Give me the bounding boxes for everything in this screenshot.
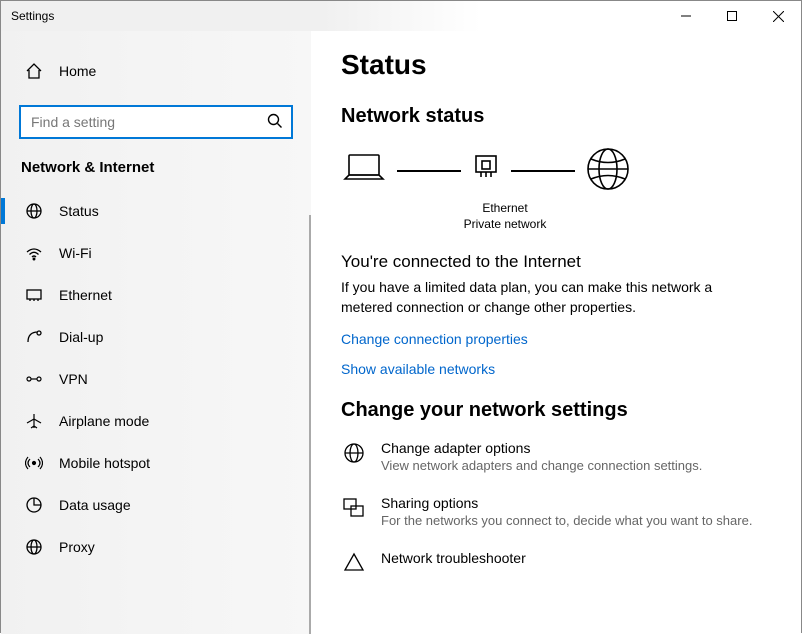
sidebar-item-label: Status	[59, 203, 99, 219]
titlebar: Settings	[1, 1, 801, 31]
sidebar-item-proxy[interactable]: Proxy	[1, 526, 311, 568]
option-change-adapter[interactable]: Change adapter options View network adap…	[341, 440, 771, 473]
main-content: Status Network status Ethernet Private n…	[311, 31, 801, 634]
adapter-options-icon	[341, 440, 367, 464]
airplane-icon	[23, 412, 45, 430]
option-title: Sharing options	[381, 495, 752, 511]
data-usage-icon	[23, 496, 45, 514]
network-diagram	[341, 146, 771, 195]
troubleshooter-icon	[341, 550, 367, 572]
vpn-icon	[23, 370, 45, 388]
option-title: Network troubleshooter	[381, 550, 526, 566]
connected-heading: You're connected to the Internet	[341, 252, 771, 272]
sidebar-item-hotspot[interactable]: Mobile hotspot	[1, 442, 311, 484]
ethernet-icon	[23, 286, 45, 304]
connected-description: If you have a limited data plan, you can…	[341, 278, 751, 317]
laptop-icon	[341, 151, 387, 190]
category-title: Network & Internet	[1, 159, 311, 176]
sidebar-item-status[interactable]: Status	[1, 190, 311, 232]
option-subtitle: For the networks you connect to, decide …	[381, 513, 752, 528]
sidebar-item-label: Mobile hotspot	[59, 455, 150, 471]
search-icon	[267, 113, 283, 132]
globe-icon	[585, 146, 631, 195]
sidebar-item-wifi[interactable]: Wi-Fi	[1, 232, 311, 274]
sidebar-item-dialup[interactable]: Dial-up	[1, 316, 311, 358]
change-connection-properties-link[interactable]: Change connection properties	[341, 331, 771, 347]
sidebar-item-airplane[interactable]: Airplane mode	[1, 400, 311, 442]
sharing-options-icon	[341, 495, 367, 519]
option-title: Change adapter options	[381, 440, 702, 456]
ethernet-adapter-icon	[471, 153, 501, 188]
sidebar-item-label: Dial-up	[59, 329, 103, 345]
close-button[interactable]	[755, 1, 801, 31]
network-status-heading: Network status	[341, 105, 771, 128]
show-available-networks-link[interactable]: Show available networks	[341, 361, 771, 377]
sidebar-item-vpn[interactable]: VPN	[1, 358, 311, 400]
sidebar-item-label: Proxy	[59, 539, 95, 555]
home-label: Home	[59, 63, 96, 79]
line-icon	[511, 170, 575, 172]
sidebar-item-datausage[interactable]: Data usage	[1, 484, 311, 526]
option-subtitle: View network adapters and change connect…	[381, 458, 702, 473]
hotspot-icon	[23, 454, 45, 472]
connection-name: Ethernet	[455, 201, 555, 217]
sidebar-item-label: Ethernet	[59, 287, 112, 303]
sidebar-item-ethernet[interactable]: Ethernet	[1, 274, 311, 316]
dialup-icon	[23, 328, 45, 346]
status-icon	[23, 202, 45, 220]
sidebar-item-label: Data usage	[59, 497, 131, 513]
minimize-button[interactable]	[663, 1, 709, 31]
sidebar: Home Network & Internet Status Wi-Fi	[1, 31, 311, 634]
option-sharing[interactable]: Sharing options For the networks you con…	[341, 495, 771, 528]
network-type: Private network	[455, 217, 555, 233]
change-settings-heading: Change your network settings	[341, 399, 771, 422]
diagram-caption: Ethernet Private network	[455, 201, 555, 232]
scrollbar[interactable]	[309, 215, 311, 634]
search-box[interactable]	[19, 105, 293, 139]
proxy-icon	[23, 538, 45, 556]
wifi-icon	[23, 244, 45, 262]
window-title: Settings	[11, 9, 54, 23]
home-nav[interactable]: Home	[1, 51, 311, 91]
page-title: Status	[341, 49, 771, 81]
home-icon	[23, 62, 45, 80]
option-troubleshooter[interactable]: Network troubleshooter	[341, 550, 771, 572]
sidebar-item-label: Airplane mode	[59, 413, 149, 429]
line-icon	[397, 170, 461, 172]
maximize-button[interactable]	[709, 1, 755, 31]
sidebar-item-label: Wi-Fi	[59, 245, 92, 261]
sidebar-item-label: VPN	[59, 371, 88, 387]
search-input[interactable]	[29, 107, 267, 137]
